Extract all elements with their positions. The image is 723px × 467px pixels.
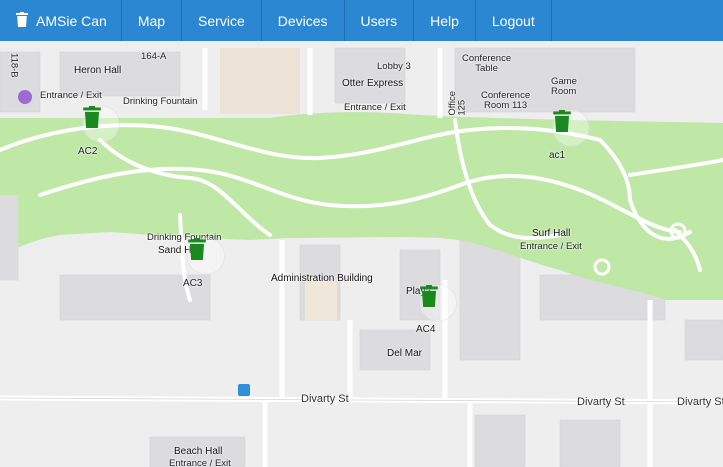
trash-can-icon [16, 11, 28, 30]
nav-users[interactable]: Users [345, 0, 415, 41]
person-walking-icon [18, 90, 32, 104]
label-ac2: AC2 [78, 146, 98, 157]
label-game-room: Game Room [551, 76, 577, 97]
label-administration-building: Administration Building [271, 273, 373, 284]
label-conference-room: Conference Room 113 [481, 90, 531, 111]
label-heron-hall: Heron Hall [74, 65, 122, 76]
campus-map[interactable]: Heron Hall 164-A 118-B Entrance / Exit D… [0, 41, 723, 467]
nav-help[interactable]: Help [414, 0, 476, 41]
street-divarty-2: Divarty St [577, 396, 625, 408]
trash-can-icon [553, 110, 571, 132]
nav-map[interactable]: Map [122, 0, 183, 41]
label-ac3: AC3 [183, 278, 203, 289]
navbar: AMSie Can Map Service Devices Users Help… [0, 0, 723, 41]
label-lobby-3: Lobby 3 [377, 61, 411, 72]
label-otter-express: Otter Express [342, 78, 404, 89]
trash-can-icon [420, 285, 438, 307]
marker-ac4[interactable] [419, 284, 457, 322]
label-entrance-exit-3: Entrance / Exit [520, 241, 582, 252]
label-drinking-fountain-1: Drinking Fountain [123, 96, 198, 107]
trash-can-icon [188, 238, 206, 260]
label-ac1: ac1 [549, 150, 566, 161]
label-del-mar: Del Mar [387, 348, 423, 359]
label-entrance-exit-1: Entrance / Exit [40, 90, 102, 101]
bus-stop-icon [238, 384, 250, 396]
label-ac4: AC4 [416, 324, 436, 335]
label-118b: 118-B [8, 53, 20, 78]
nav-devices[interactable]: Devices [262, 0, 345, 41]
street-divarty-1: Divarty St [301, 393, 349, 405]
marker-ac3[interactable] [187, 237, 225, 275]
brand[interactable]: AMSie Can [0, 0, 122, 41]
label-164a: 164-A [141, 51, 167, 62]
label-entrance-exit-4: Entrance / Exit [169, 458, 231, 467]
trash-can-icon [83, 106, 101, 128]
label-conference-table: Conference Table [462, 53, 512, 74]
label-surf-hall: Surf Hall [532, 228, 571, 239]
marker-ac2[interactable] [82, 105, 120, 143]
brand-label: AMSie Can [36, 12, 107, 29]
nav-service[interactable]: Service [182, 0, 262, 41]
street-divarty-3: Divarty St [677, 396, 723, 408]
nav-logout[interactable]: Logout [476, 0, 552, 41]
label-beach-hall: Beach Hall [174, 446, 223, 457]
label-office-125: Office 125 [447, 91, 468, 116]
marker-ac1[interactable] [552, 109, 590, 147]
label-entrance-exit-2: Entrance / Exit [344, 102, 406, 113]
